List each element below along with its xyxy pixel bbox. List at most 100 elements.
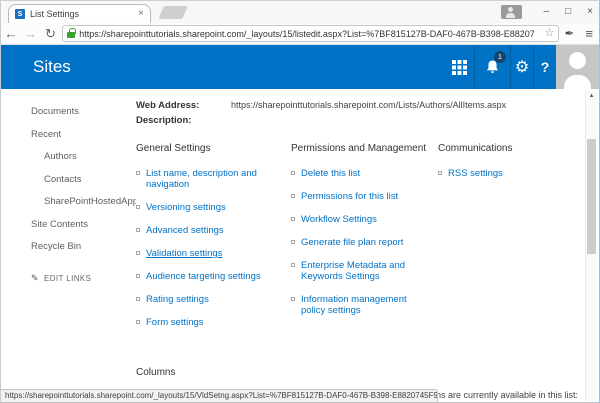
sidebar-item: Recent xyxy=(31,130,129,140)
settings-link[interactable]: Generate file plan report xyxy=(291,237,426,248)
browser-tab[interactable]: S List Settings × xyxy=(8,4,151,23)
settings-link[interactable]: Workflow Settings xyxy=(291,214,426,225)
settings-link[interactable]: Form settings xyxy=(136,317,279,328)
web-address-label: Web Address: xyxy=(136,100,231,111)
avatar-shoulders xyxy=(564,75,591,89)
tab-title: List Settings xyxy=(30,9,133,19)
window-controls: – □ × xyxy=(501,1,593,23)
settings-link[interactable]: Audience targeting settings xyxy=(136,271,279,282)
app-launcher-button[interactable] xyxy=(444,45,474,89)
avatar-head xyxy=(569,52,586,69)
notifications-button[interactable]: 1 xyxy=(474,45,510,89)
square-bullet-icon xyxy=(291,171,295,175)
square-bullet-icon xyxy=(438,171,442,175)
app-launcher-grid-icon xyxy=(452,60,456,64)
square-bullet-icon xyxy=(136,171,140,175)
vertical-scrollbar[interactable]: ▲ xyxy=(585,90,597,401)
square-bullet-icon xyxy=(136,228,140,232)
sidebar-item[interactable]: Documents xyxy=(31,107,129,117)
reload-icon[interactable]: ↻ xyxy=(41,26,61,42)
settings-link[interactable]: Enterprise Metadata and Keywords Setting… xyxy=(291,260,426,282)
settings-link-label: Audience targeting settings xyxy=(146,271,261,282)
settings-link[interactable]: Information management policy settings xyxy=(291,294,426,316)
browser-titlebar: S List Settings × – □ × xyxy=(1,1,599,23)
forward-icon[interactable]: → xyxy=(21,26,41,41)
user-avatar[interactable] xyxy=(556,45,599,89)
settings-link[interactable]: Permissions for this list xyxy=(291,191,426,202)
square-bullet-icon xyxy=(291,217,295,221)
site-title[interactable]: Sites xyxy=(33,45,71,89)
square-bullet-icon xyxy=(136,274,140,278)
url-field[interactable]: https://sharepointtutorials.sharepoint.c… xyxy=(62,25,559,42)
square-bullet-icon xyxy=(136,251,140,255)
close-button[interactable]: × xyxy=(587,1,593,23)
settings-link-label: Permissions for this list xyxy=(301,191,398,202)
back-icon[interactable]: ← xyxy=(1,26,21,41)
settings-group: Permissions and Management Delete this li… xyxy=(291,143,438,340)
settings-link[interactable]: Validation settings xyxy=(136,248,279,259)
settings-link-label: RSS settings xyxy=(448,168,503,179)
browser-menu-icon[interactable]: ≡ xyxy=(579,26,599,41)
new-tab-button[interactable] xyxy=(158,6,187,19)
square-bullet-icon xyxy=(291,263,295,267)
sidebar-item[interactable]: Recycle Bin xyxy=(31,242,129,252)
sidebar-item[interactable]: Authors xyxy=(44,152,129,162)
extension-icon[interactable]: ✒ xyxy=(559,27,579,40)
status-bar: https://sharepointtutorials.sharepoint.c… xyxy=(1,389,438,402)
settings-link-label: Information management policy settings xyxy=(301,294,407,316)
maximize-button[interactable]: □ xyxy=(565,1,571,23)
square-bullet-icon xyxy=(136,297,140,301)
settings-link[interactable]: Versioning settings xyxy=(136,202,279,213)
settings-link-label: Workflow Settings xyxy=(301,214,377,225)
square-bullet-icon xyxy=(136,320,140,324)
settings-link-label: Enterprise Metadata and Keywords Setting… xyxy=(301,260,405,282)
settings-link[interactable]: Advanced settings xyxy=(136,225,279,236)
settings-group-header: General Settings xyxy=(136,143,291,154)
main-content: Web Address: https://sharepointtutorials… xyxy=(136,89,585,388)
settings-link-label: Delete this list xyxy=(301,168,360,179)
settings-group-header: Permissions and Management xyxy=(291,143,438,154)
settings-link-label: Validation settings xyxy=(146,248,222,259)
settings-link[interactable]: RSS settings xyxy=(438,168,573,179)
notification-badge: 1 xyxy=(494,51,506,63)
help-icon: ? xyxy=(541,59,550,75)
settings-group: Communications RSS settings xyxy=(438,143,585,340)
bookmark-star-icon[interactable]: ☆ xyxy=(545,28,555,39)
browser-profile-icon[interactable] xyxy=(501,5,522,19)
tab-close-icon[interactable]: × xyxy=(138,9,144,19)
sharepoint-favicon-icon: S xyxy=(15,9,25,19)
address-bar: ← → ↻ https://sharepointtutorials.sharep… xyxy=(1,23,599,45)
settings-group-header: Communications xyxy=(438,143,585,154)
settings-link-label: List name, description and navigation xyxy=(146,168,257,190)
square-bullet-icon xyxy=(291,194,295,198)
padlock-icon xyxy=(67,32,75,38)
settings-link-label: Versioning settings xyxy=(146,202,226,213)
edit-links-button[interactable]: ✎ EDIT LINKS xyxy=(31,273,129,284)
browser-window: S List Settings × – □ × ← → ↻ https://sh… xyxy=(0,0,600,403)
url-text[interactable]: https://sharepointtutorials.sharepoint.c… xyxy=(79,29,540,39)
settings-gear-button[interactable]: ⚙ xyxy=(510,45,533,89)
sidebar-item[interactable]: SharePointHostedApp xyxy=(44,197,129,207)
scrollbar-thumb[interactable] xyxy=(587,139,596,254)
suite-icons: 1 ⚙ ? xyxy=(444,45,556,89)
settings-link-label: Advanced settings xyxy=(146,225,224,236)
sidebar-item[interactable]: Contacts xyxy=(44,175,129,185)
columns-section-title: Columns xyxy=(136,367,585,378)
settings-link[interactable]: List name, description and navigation xyxy=(136,168,279,190)
web-address-value: https://sharepointtutorials.sharepoint.c… xyxy=(231,100,506,111)
settings-columns: General Settings List name, description a… xyxy=(136,143,585,340)
edit-links-label: EDIT LINKS xyxy=(44,274,91,283)
settings-link-label: Form settings xyxy=(146,317,204,328)
suite-bar: Sites 1 ⚙ ? xyxy=(1,45,599,89)
help-button[interactable]: ? xyxy=(533,45,556,89)
square-bullet-icon xyxy=(291,240,295,244)
settings-link[interactable]: Rating settings xyxy=(136,294,279,305)
description-label: Description: xyxy=(136,115,231,126)
scroll-up-icon[interactable]: ▲ xyxy=(586,90,597,102)
sidebar-item[interactable]: Site Contents xyxy=(31,220,129,230)
minimize-button[interactable]: – xyxy=(544,1,550,23)
settings-link-label: Rating settings xyxy=(146,294,209,305)
settings-link[interactable]: Delete this list xyxy=(291,168,426,179)
pencil-icon: ✎ xyxy=(31,273,39,284)
settings-link-label: Generate file plan report xyxy=(301,237,403,248)
